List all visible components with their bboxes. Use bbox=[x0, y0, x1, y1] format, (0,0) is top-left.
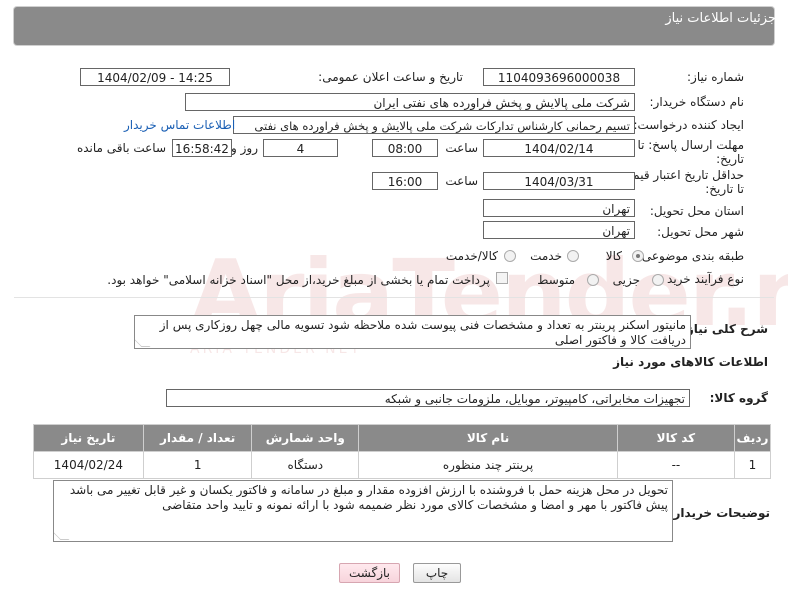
requester-label: ایجاد کننده درخواست: bbox=[633, 118, 744, 132]
category-option-goods: کالا bbox=[605, 249, 622, 263]
resize-handle-icon[interactable] bbox=[135, 338, 151, 347]
summary-label: شرح کلی نیاز: bbox=[682, 322, 768, 336]
process-label: نوع فرآیند خرید : bbox=[659, 272, 744, 286]
col-goods-code: کد کالا bbox=[616, 424, 735, 452]
province-label: استان محل تحویل: bbox=[649, 204, 744, 218]
category-radio-goods-service[interactable] bbox=[504, 250, 516, 262]
summary-text: مانیتور اسکنر پرینتر به تعداد و مشخصات ف… bbox=[159, 318, 686, 347]
city-field: تهران bbox=[483, 221, 635, 239]
cell-goods-code: -- bbox=[616, 451, 735, 479]
category-option-service: خدمت bbox=[530, 249, 562, 263]
page-header bbox=[14, 7, 774, 45]
announce-date-field: 1404/02/09 - 14:25 bbox=[80, 68, 230, 86]
goods-table-header: ردیف کد کالا نام کالا واحد شمارش تعداد /… bbox=[33, 424, 772, 452]
remaining-time-field: 16:58:42 bbox=[172, 139, 232, 157]
remaining-time-word: ساعت باقی مانده bbox=[76, 141, 166, 155]
col-row-number: ردیف bbox=[733, 424, 772, 452]
process-radio-medium[interactable] bbox=[587, 274, 599, 286]
treasury-payment-note: پرداخت تمام یا بخشی از مبلغ خرید،از محل … bbox=[107, 273, 490, 287]
deadline-label: مهلت ارسال پاسخ: تا bbox=[637, 138, 744, 152]
goods-group-label: گروه کالا: bbox=[709, 391, 768, 405]
category-radio-service[interactable] bbox=[567, 250, 579, 262]
col-unit: واحد شمارش bbox=[251, 424, 360, 452]
print-button[interactable]: چاپ bbox=[413, 563, 461, 583]
days-remaining-field: 4 bbox=[263, 139, 338, 157]
province-field: تهران bbox=[483, 199, 635, 217]
cell-goods-name: پرینتر چند منظوره bbox=[358, 451, 618, 479]
city-label: شهر محل تحویل: bbox=[657, 225, 744, 239]
section-divider bbox=[14, 297, 774, 298]
requester-field: تسیم رحمانی کارشناس تدارکات شرکت ملی پال… bbox=[233, 116, 635, 134]
goods-table: ردیف کد کالا نام کالا واحد شمارش تعداد /… bbox=[33, 424, 772, 479]
validity-date-field: 1404/03/31 bbox=[483, 172, 635, 190]
days-word: روز و bbox=[231, 141, 258, 155]
validity-label-date: تا تاریخ: bbox=[705, 182, 744, 196]
table-row: 1 -- پرینتر چند منظوره دستگاه 1 1404/02/… bbox=[33, 451, 772, 479]
col-quantity: تعداد / مقدار bbox=[142, 424, 253, 452]
process-option-medium: متوسط bbox=[537, 273, 575, 287]
goods-section-title: اطلاعات کالاهای مورد نیاز bbox=[613, 355, 768, 369]
deadline-time-field: 08:00 bbox=[372, 139, 438, 157]
col-goods-name: نام کالا bbox=[358, 424, 618, 452]
buyer-notes-label: توضیحات خریدار: bbox=[668, 506, 770, 520]
need-number-field: 1104093696000038 bbox=[483, 68, 635, 86]
deadline-date-field: 1404/02/14 bbox=[483, 139, 635, 157]
page-title: جزئیات اطلاعات نیاز bbox=[665, 11, 776, 26]
cell-need-date: 1404/02/24 bbox=[33, 451, 144, 479]
validity-label: حداقل تاریخ اعتبار قیمت: bbox=[617, 168, 744, 182]
cell-row-number: 1 bbox=[733, 451, 772, 479]
validity-time-field: 16:00 bbox=[372, 172, 438, 190]
buyer-org-label: نام دستگاه خریدار: bbox=[649, 95, 745, 109]
process-radio-minor[interactable] bbox=[652, 274, 664, 286]
resize-handle-icon[interactable] bbox=[54, 531, 70, 540]
announce-date-label: تاریخ و ساعت اعلان عمومی: bbox=[318, 70, 463, 84]
buyer-org-field: شرکت ملی پالایش و پخش فراورده های نفتی ا… bbox=[185, 93, 635, 111]
buyer-notes-text: تحویل در محل هزینه حمل با فروشنده با ارز… bbox=[69, 483, 668, 512]
cell-unit: دستگاه bbox=[251, 451, 360, 479]
need-number-label: شماره نیاز: bbox=[687, 70, 744, 84]
category-label: طبقه بندی موضوعی: bbox=[637, 249, 744, 263]
back-button[interactable]: بازگشت bbox=[339, 563, 400, 583]
cell-quantity: 1 bbox=[142, 451, 253, 479]
treasury-payment-checkbox[interactable] bbox=[496, 272, 508, 284]
category-radio-goods[interactable] bbox=[632, 250, 644, 262]
deadline-time-word: ساعت bbox=[445, 141, 478, 155]
deadline-label-date: تاریخ: bbox=[716, 152, 744, 166]
summary-textarea[interactable]: مانیتور اسکنر پرینتر به تعداد و مشخصات ف… bbox=[134, 315, 691, 349]
process-option-minor: جزیی bbox=[612, 273, 640, 287]
goods-group-field: تجهیزات مخابراتی، کامپیوتر، موبایل، ملزو… bbox=[166, 389, 690, 407]
buyer-notes-textarea[interactable]: تحویل در محل هزینه حمل با فروشنده با ارز… bbox=[53, 480, 673, 542]
validity-time-word: ساعت bbox=[445, 174, 478, 188]
category-option-goods-service: کالا/خدمت bbox=[445, 249, 498, 263]
buyer-contact-link[interactable]: اطلاعات تماس خریدار bbox=[124, 118, 235, 132]
col-need-date: تاریخ نیاز bbox=[33, 424, 144, 452]
